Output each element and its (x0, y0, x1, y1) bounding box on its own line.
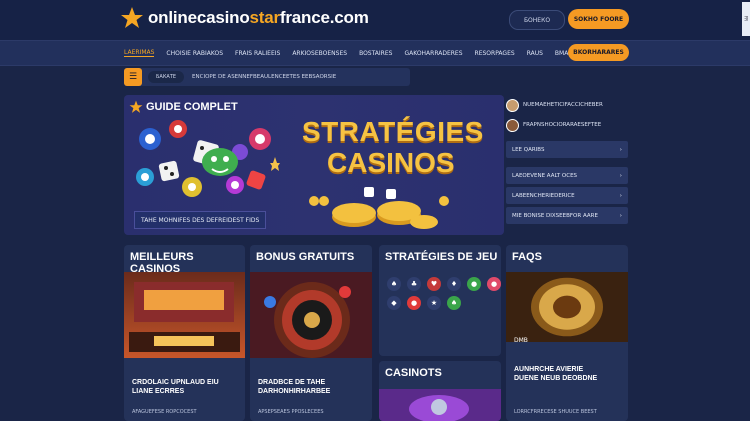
game-icon[interactable]: ● (467, 277, 481, 291)
hero-banner[interactable]: GUIDE COMPLET STRATÉGIES CASINOS TAHE MO… (124, 95, 504, 235)
nav-item[interactable]: RAUS (527, 50, 543, 57)
nav-items: LAERIMAS CHOISIE RABIAKOS FRAIS RALIEEIS AR… (124, 41, 601, 65)
nav-item[interactable]: CHOISIE RABIAKOS (166, 50, 223, 57)
card-meta: APSEPSEAES PPOSLECEES (258, 409, 324, 415)
card-desc-line2: DUENE NEUB DEOBDNE (514, 375, 598, 382)
game-icon[interactable]: ● (407, 296, 421, 310)
game-icon[interactable]: ♠ (387, 277, 401, 291)
game-icon[interactable]: ◆ (387, 296, 401, 310)
user-row[interactable]: NUEMAEHETICIFACCICHEBER (506, 95, 628, 115)
dice-chips-illustration (136, 120, 280, 197)
user-row[interactable]: FRAPNSHOCIORARAESEFTEE (506, 115, 628, 135)
game-icon[interactable]: ● (487, 277, 501, 291)
nav-item[interactable]: FRAIS RALIEEIS (235, 50, 280, 57)
menu-icon[interactable]: ☰ (124, 68, 142, 86)
side-link[interactable]: LABEENCHERIEDERICE › (506, 187, 628, 204)
gold-wheel-image (506, 272, 628, 342)
user-text: FRAPNSHOCIORARAESEFTEE (523, 122, 602, 128)
card-badge: DMB (514, 337, 528, 344)
top-bar: onlinecasinostarfrance.com БОНЕКО SOKHO … (0, 0, 750, 40)
star-logo-icon (121, 7, 143, 28)
card-meta: AFAGUEFESE ROPCOCEST (132, 409, 197, 415)
game-icon[interactable]: ♦ (447, 277, 461, 291)
logo-text: onlinecasinostarfrance.com (148, 8, 369, 27)
star-icon (129, 100, 143, 113)
hero-tag: GUIDE COMPLET (146, 101, 238, 113)
card-title: STRATÉGIES DE JEU (385, 251, 498, 263)
card-desc-line1: CRDOLAIC UPNLAUD EIU (132, 379, 219, 386)
nav-item[interactable]: ARKIOSEBOENSES (292, 50, 347, 57)
game-icon[interactable]: ♥ (427, 277, 441, 291)
card-free-bonus[interactable]: BONUS GRATUITS DRADBCE DE TAHE DARHONHIR… (250, 245, 372, 421)
card-desc-line2: DARHONHIRHARBEE (258, 388, 331, 395)
hero-heading-line1: STRATÉGIES (302, 116, 484, 147)
card-title: BONUS GRATUITS (256, 251, 355, 263)
gold-coins-illustration (309, 187, 449, 229)
card-meta: LORRCFRRECESE SHUUCE BEEST (514, 409, 597, 415)
game-icon-grid: ♠ ♣ ♥ ♦ ● ● ◆ ● ★ ♠ (387, 277, 501, 310)
roulette-image (250, 272, 372, 358)
avatar (506, 98, 519, 112)
casino-thumb-image (379, 389, 501, 421)
card-strategies[interactable]: STRATÉGIES DE JEU ♠ ♣ ♥ ♦ ● ● ◆ ● ★ ♠ (379, 245, 501, 356)
game-icon[interactable]: ♣ (407, 277, 421, 291)
game-icon[interactable]: ★ (427, 296, 441, 310)
card-desc-line2: LIANE ECRRES (132, 388, 185, 395)
nav-item[interactable]: LAERIMAS (124, 49, 155, 57)
site-logo[interactable]: onlinecasinostarfrance.com (120, 6, 369, 30)
login-button[interactable]: БОНЕКО (509, 10, 565, 30)
chevron-right-icon: › (619, 146, 622, 153)
avatar (506, 118, 519, 132)
nav-cta-button[interactable]: BKORHARARES (568, 44, 629, 61)
sub-bar: ☰ БАКАТЕ ENCIOPE DE ASENNEFBEAULENCEETES… (124, 68, 410, 86)
side-link[interactable]: MIE BONISE DIXSEEBFOR AARE › (506, 207, 628, 224)
chevron-right-icon: › (619, 192, 622, 199)
user-text: NUEMAEHETICIFACCICHEBER (523, 102, 603, 108)
side-link[interactable]: LAEOEVENE AALT OCES › (506, 167, 628, 184)
category-chip[interactable]: БАКАТЕ (148, 71, 185, 83)
chevron-right-icon: › (619, 172, 622, 179)
nav-item[interactable]: GAKOHARRADERES (404, 50, 462, 57)
side-link-label: LABEENCHERIEDERICE (512, 192, 575, 199)
signup-button[interactable]: SOKHO FOORE (568, 9, 629, 29)
side-link[interactable]: LEE QARIBS › (506, 141, 628, 158)
nav-item[interactable]: RESORPAGES (475, 50, 515, 57)
chevron-right-icon: › (619, 212, 622, 219)
card-title: FAQS (512, 251, 542, 263)
casino-interior-image (124, 272, 245, 358)
card-desc-line1: DRADBCE DE TAHE (258, 379, 326, 386)
card-casinos[interactable]: CASINOTS (379, 361, 501, 421)
side-link-label: MIE BONISE DIXSEEBFOR AARE (512, 212, 598, 219)
side-link-label: LAEOEVENE AALT OCES (512, 172, 578, 179)
side-tab[interactable]: FR (742, 2, 750, 36)
side-link-label: LEE QARIBS (512, 146, 545, 153)
card-desc-line1: AUNHRCHE AVIERIE (514, 366, 584, 373)
hero-heading-line2: CASINOS (327, 147, 455, 178)
hero-caption: TAHE MOHNIFES DES DEFREIDEST FIDS (134, 211, 267, 229)
game-icon[interactable]: ♠ (447, 296, 461, 310)
sub-bar-text: ENCIOPE DE ASENNEFBEAULENCEETES EEBSAORS… (192, 74, 337, 80)
nav-item[interactable]: BOSTAIRES (359, 50, 392, 57)
main-nav: LAERIMAS CHOISIE RABIAKOS FRAIS RALIEEIS AR… (0, 40, 750, 66)
card-title: CASINOTS (385, 367, 442, 379)
right-panel: NUEMAEHETICIFACCICHEBER FRAPNSHOCIORARAE… (506, 95, 628, 235)
card-faqs[interactable]: FAQS DMB AUNHRCHE AVIERIE DUENE NEUB DEO… (506, 245, 628, 421)
card-best-casinos[interactable]: MEILLEURS CASINOS CRDOLAIC UPNLAUD EIU L… (124, 245, 245, 421)
